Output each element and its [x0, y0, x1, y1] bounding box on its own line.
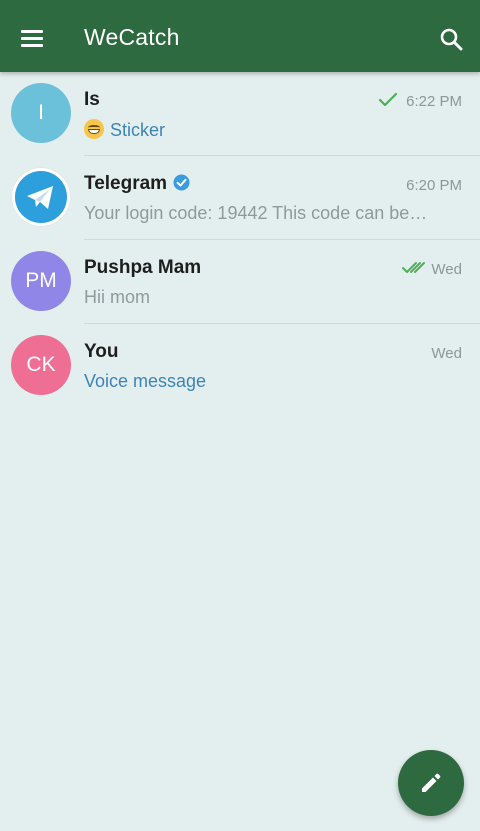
chat-time: 6:20 PM: [406, 177, 462, 194]
chat-time: 6:22 PM: [406, 93, 462, 110]
chat-row-is[interactable]: I Is 6:22 PM Sticker: [0, 72, 480, 156]
hamburger-menu-icon-bar: [21, 44, 43, 47]
double-check-icon: [402, 262, 425, 273]
chat-row-telegram[interactable]: Telegram 6:20 PM Your login code: 19442 …: [0, 156, 480, 240]
chat-time: Wed: [431, 345, 462, 362]
app-bar: WeCatch: [0, 0, 480, 72]
chat-preview: Hii mom: [84, 287, 150, 307]
menu-button[interactable]: [14, 21, 50, 57]
chat-name-text: Telegram: [84, 173, 168, 194]
grinning-emoji-icon: [84, 119, 104, 139]
avatar: CK: [11, 335, 71, 395]
chat-preview: Sticker: [84, 119, 454, 141]
preview-text: Sticker: [110, 120, 166, 140]
chat-name: Is: [84, 89, 100, 110]
avatar: [11, 167, 71, 227]
chat-row-pushpa-mam[interactable]: PM Pushpa Mam Wed Hii mom: [0, 240, 480, 324]
chat-preview: Voice message: [84, 371, 207, 391]
chat-name: You: [84, 341, 119, 362]
avatar-initials: PM: [25, 269, 57, 292]
chat-time: Wed: [431, 261, 462, 278]
chat-preview: Your login code: 19442 This code can be…: [84, 203, 428, 223]
chat-name: Pushpa Mam: [84, 257, 202, 278]
pencil-icon: [422, 773, 441, 792]
compose-button[interactable]: [398, 750, 464, 816]
single-check-icon: [378, 92, 398, 107]
avatar: PM: [11, 251, 71, 311]
app-title: WeCatch: [84, 24, 180, 50]
avatar-initials: I: [38, 101, 44, 124]
verified-badge-icon: [173, 174, 190, 191]
avatar-initials: CK: [26, 353, 56, 376]
hamburger-menu-icon: [21, 30, 43, 33]
chat-name: Telegram: [84, 173, 190, 195]
chat-list: I Is 6:22 PM Sticker Telegram 6:20 PM Yo…: [0, 72, 480, 408]
telegram-logo-icon: [15, 171, 67, 223]
search-icon: [440, 28, 463, 51]
avatar: I: [11, 83, 71, 143]
search-button[interactable]: [434, 23, 470, 59]
chat-row-you[interactable]: CK You Wed Voice message: [0, 324, 480, 408]
hamburger-menu-icon-bar: [21, 37, 43, 40]
